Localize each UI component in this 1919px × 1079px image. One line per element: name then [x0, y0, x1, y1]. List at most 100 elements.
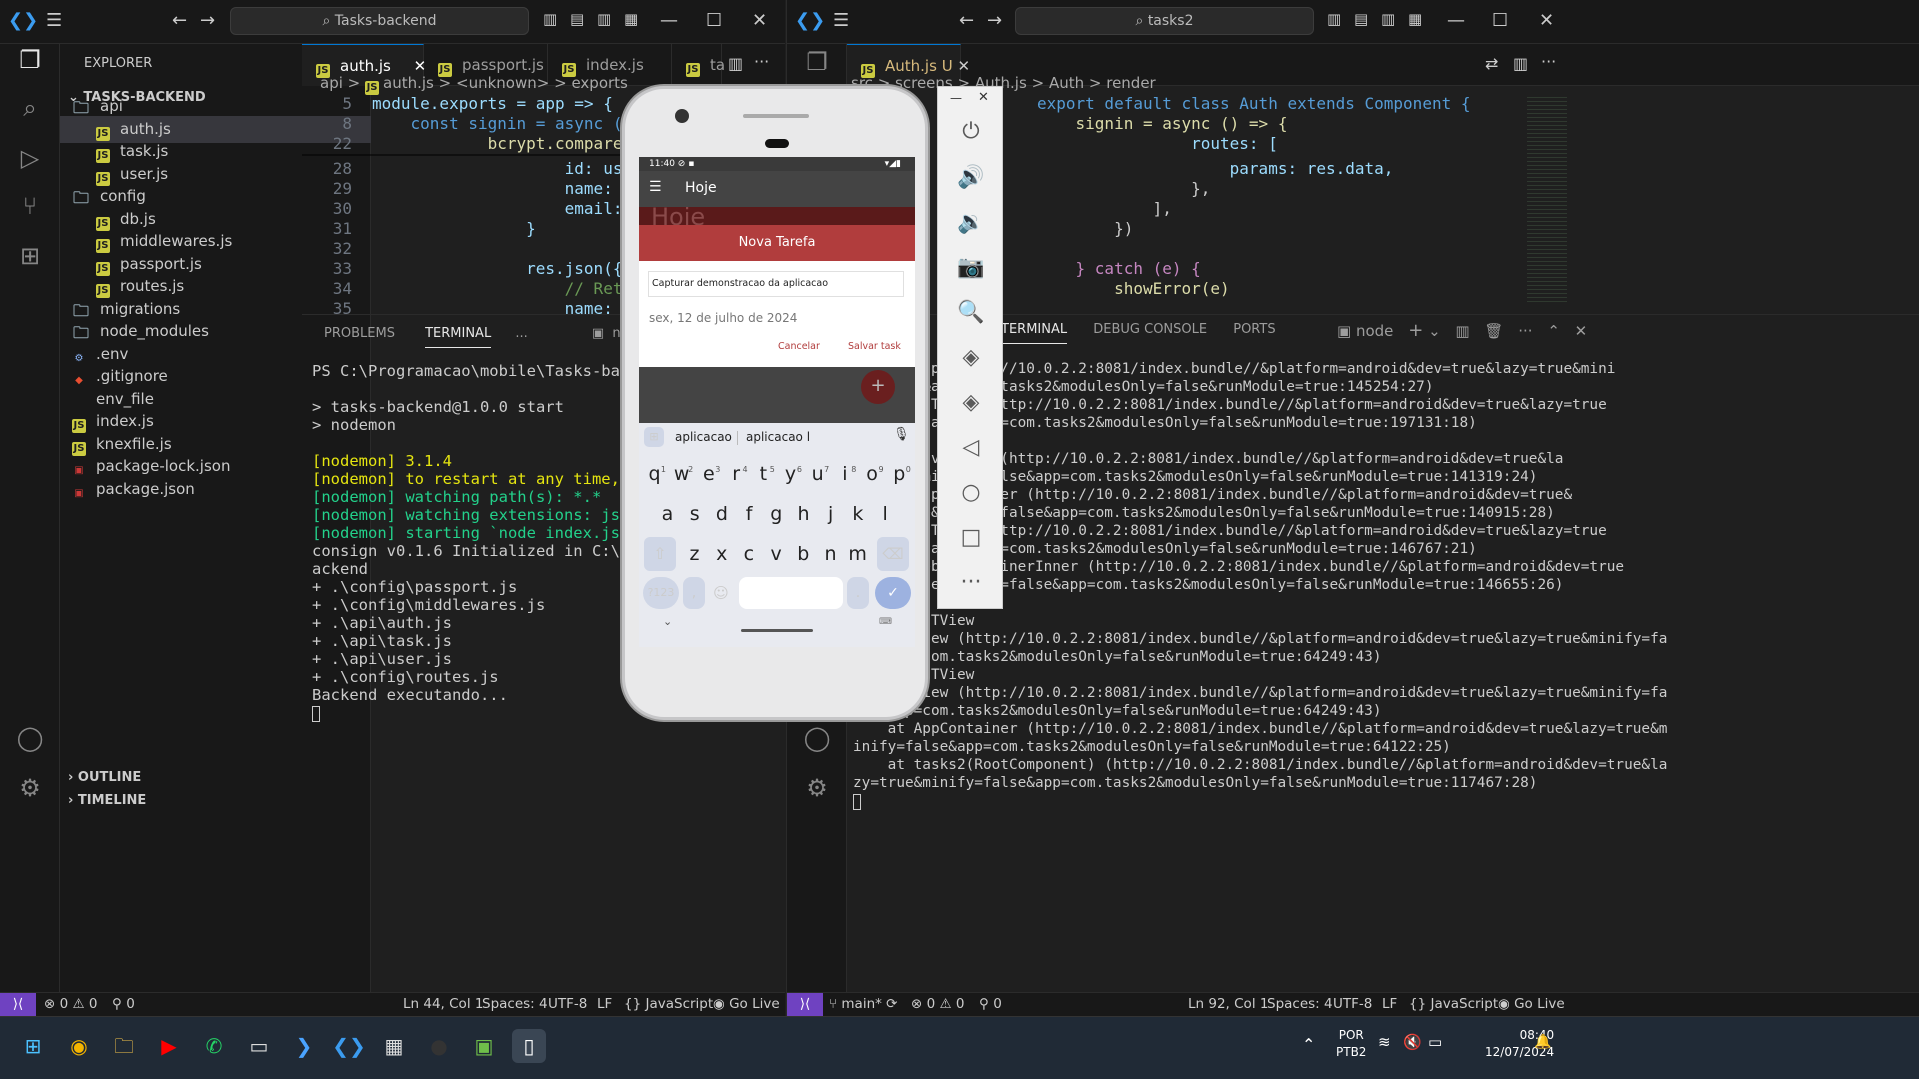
drawer-menu-icon[interactable]: ☰ — [649, 179, 662, 195]
notifications-bell-icon[interactable]: 🔔 — [1534, 1034, 1551, 1050]
key-c[interactable]: c — [737, 537, 760, 571]
cursor-position[interactable]: Ln 44, Col 1 — [403, 993, 483, 1016]
emulator-minimize-icon[interactable]: — — [950, 91, 962, 105]
line-ending[interactable]: LF — [1382, 993, 1397, 1016]
backspace-key[interactable]: ⌫ — [877, 537, 909, 571]
forward-arrow-icon[interactable]: → — [987, 10, 1002, 31]
key-o[interactable]: o9 — [861, 457, 883, 491]
battery-icon[interactable]: ▭ — [1428, 1033, 1442, 1051]
whatsapp-icon[interactable]: ✆ — [197, 1029, 231, 1063]
key-j[interactable]: j — [819, 497, 842, 531]
suggestion-2[interactable]: aplicacao l — [746, 430, 810, 444]
run-debug-icon[interactable]: ▷ — [14, 142, 46, 174]
key-l[interactable]: l — [874, 497, 897, 531]
emoji-key[interactable]: ☺ — [709, 577, 733, 609]
customize-layout-icon[interactable]: ▦ — [624, 10, 638, 28]
period-key[interactable]: . — [847, 577, 869, 609]
settings-gear-icon[interactable]: ⚙ — [14, 772, 46, 804]
key-x[interactable]: x — [710, 537, 733, 571]
panel-more-icon[interactable]: ... — [515, 326, 527, 341]
key-f[interactable]: f — [738, 497, 761, 531]
crumb-render[interactable]: render — [1106, 74, 1156, 92]
key-a[interactable]: a — [656, 497, 679, 531]
panel-more-icon[interactable]: ··· — [1518, 322, 1532, 340]
zoom-icon[interactable]: 🔍 — [956, 298, 986, 328]
command-search-box[interactable]: ⌕ tasks2 — [1015, 7, 1314, 35]
emulator-more-icon[interactable]: ··· — [956, 568, 986, 598]
crumb-class[interactable]: Auth — [1049, 74, 1084, 92]
settings-gear-icon[interactable]: ⚙ — [801, 772, 833, 804]
split-terminal-icon[interactable]: ▥ — [1455, 322, 1469, 340]
toggle-panel-icon[interactable]: ▤ — [570, 10, 584, 28]
key-z[interactable]: z — [683, 537, 706, 571]
tab-close-icon[interactable]: ✕ — [957, 57, 970, 75]
command-search-box[interactable]: ⌕ Tasks-backend — [230, 7, 529, 35]
line-ending[interactable]: LF — [597, 993, 612, 1016]
close-icon[interactable]: ✕ — [752, 10, 767, 31]
key-w[interactable]: w2 — [670, 457, 693, 491]
key-p[interactable]: p0 — [888, 457, 911, 491]
crumb-unknown[interactable]: <unknown> — [456, 74, 549, 92]
power-icon[interactable]: ⏻ — [956, 117, 986, 147]
maximize-icon[interactable]: ☐ — [706, 10, 722, 31]
branch-status[interactable]: ⑂ main* ⟳ — [829, 993, 898, 1016]
menu-icon[interactable]: ☰ — [833, 10, 849, 31]
crumb-file[interactable]: auth.js — [383, 74, 434, 92]
gesture-nav-bar[interactable] — [741, 629, 813, 632]
symbols-key[interactable]: ?123 — [643, 577, 679, 609]
profile-app-icon[interactable]: ● — [422, 1029, 456, 1063]
language-mode[interactable]: {} JavaScript — [624, 993, 713, 1016]
menu-icon[interactable]: ☰ — [46, 10, 62, 31]
explorer-icon[interactable]: ❐ — [14, 44, 46, 76]
hide-keyboard-icon[interactable]: ⌄ — [663, 615, 672, 628]
terminal-dropdown-icon[interactable]: ⌄ — [1428, 322, 1441, 340]
modal-backdrop[interactable]: + — [639, 367, 915, 423]
back-arrow-icon[interactable]: ← — [959, 10, 974, 31]
date-picker-field[interactable]: sex, 12 de julho de 2024 — [649, 311, 797, 325]
source-control-icon[interactable]: ⑂ — [14, 190, 46, 222]
back-nav-icon[interactable]: ◁ — [956, 433, 986, 463]
toggle-sidebar-icon[interactable]: ▥ — [1327, 10, 1341, 28]
outline-section[interactable]: › OUTLINE — [68, 770, 141, 785]
phone-screen[interactable]: 11:40 ⊘ ▪ ▾◢▮ ☰ Hoje Hoje Nova Tarefa Ca… — [639, 157, 915, 647]
youtube-icon[interactable]: ▶ — [152, 1029, 186, 1063]
keyboard-apps-icon[interactable]: ⊞ — [644, 427, 664, 447]
volume-up-icon[interactable]: 🔊 — [956, 163, 986, 193]
terminal-shell-name[interactable]: node — [1356, 322, 1393, 340]
start-windows-icon[interactable]: ⊞ — [16, 1029, 50, 1063]
key-i[interactable]: i8 — [833, 457, 856, 491]
ports-status[interactable]: ⚲ 0 — [979, 993, 1002, 1016]
rotate-right-icon[interactable]: ◈ — [956, 388, 986, 418]
crumb-exports[interactable]: exports — [571, 74, 627, 92]
toggle-secondary-sidebar-icon[interactable]: ▥ — [1381, 10, 1395, 28]
remote-indicator-icon[interactable]: ⟩⟨ — [0, 993, 36, 1016]
microsoft-store-icon[interactable]: ▦ — [377, 1029, 411, 1063]
problems-status[interactable]: ⊗ 0 ⚠ 0 — [911, 993, 964, 1016]
kill-terminal-icon[interactable]: 🗑 — [1484, 322, 1503, 340]
accounts-icon[interactable]: ◯ — [801, 722, 833, 754]
chrome-icon[interactable]: ◉ — [62, 1029, 96, 1063]
key-b[interactable]: b — [792, 537, 815, 571]
key-n[interactable]: n — [819, 537, 842, 571]
volume-muted-icon[interactable]: 🔇 — [1403, 1033, 1422, 1051]
more-actions-icon[interactable]: ··· — [1541, 52, 1556, 71]
new-terminal-icon[interactable]: + — [1408, 320, 1423, 341]
maximize-icon[interactable]: ☐ — [1492, 10, 1508, 31]
minimize-icon[interactable]: — — [1447, 10, 1465, 31]
key-m[interactable]: m — [846, 537, 869, 571]
terminal-output[interactable]: PS C:\Programacao\mobile\Tasks-backend> … — [312, 362, 622, 722]
key-h[interactable]: h — [792, 497, 815, 531]
emulator-taskbar-icon[interactable]: ▯ — [512, 1029, 546, 1063]
search-icon[interactable]: ⌕ — [14, 92, 46, 124]
split-editor-icon[interactable]: ▥ — [1513, 54, 1528, 73]
key-u[interactable]: u7 — [806, 457, 830, 491]
close-panel-icon[interactable]: ✕ — [1575, 322, 1588, 340]
vscode-taskbar-icon[interactable]: ❮❯ — [332, 1029, 366, 1063]
more-actions-icon[interactable]: ··· — [754, 52, 769, 71]
tab-terminal[interactable]: TERMINAL — [1001, 322, 1068, 344]
toggle-sidebar-icon[interactable]: ▥ — [543, 10, 557, 28]
toggle-secondary-sidebar-icon[interactable]: ▥ — [597, 10, 611, 28]
back-arrow-icon[interactable]: ← — [172, 10, 187, 31]
tab-terminal[interactable]: TERMINAL — [425, 326, 492, 348]
key-t[interactable]: t5 — [752, 457, 775, 491]
